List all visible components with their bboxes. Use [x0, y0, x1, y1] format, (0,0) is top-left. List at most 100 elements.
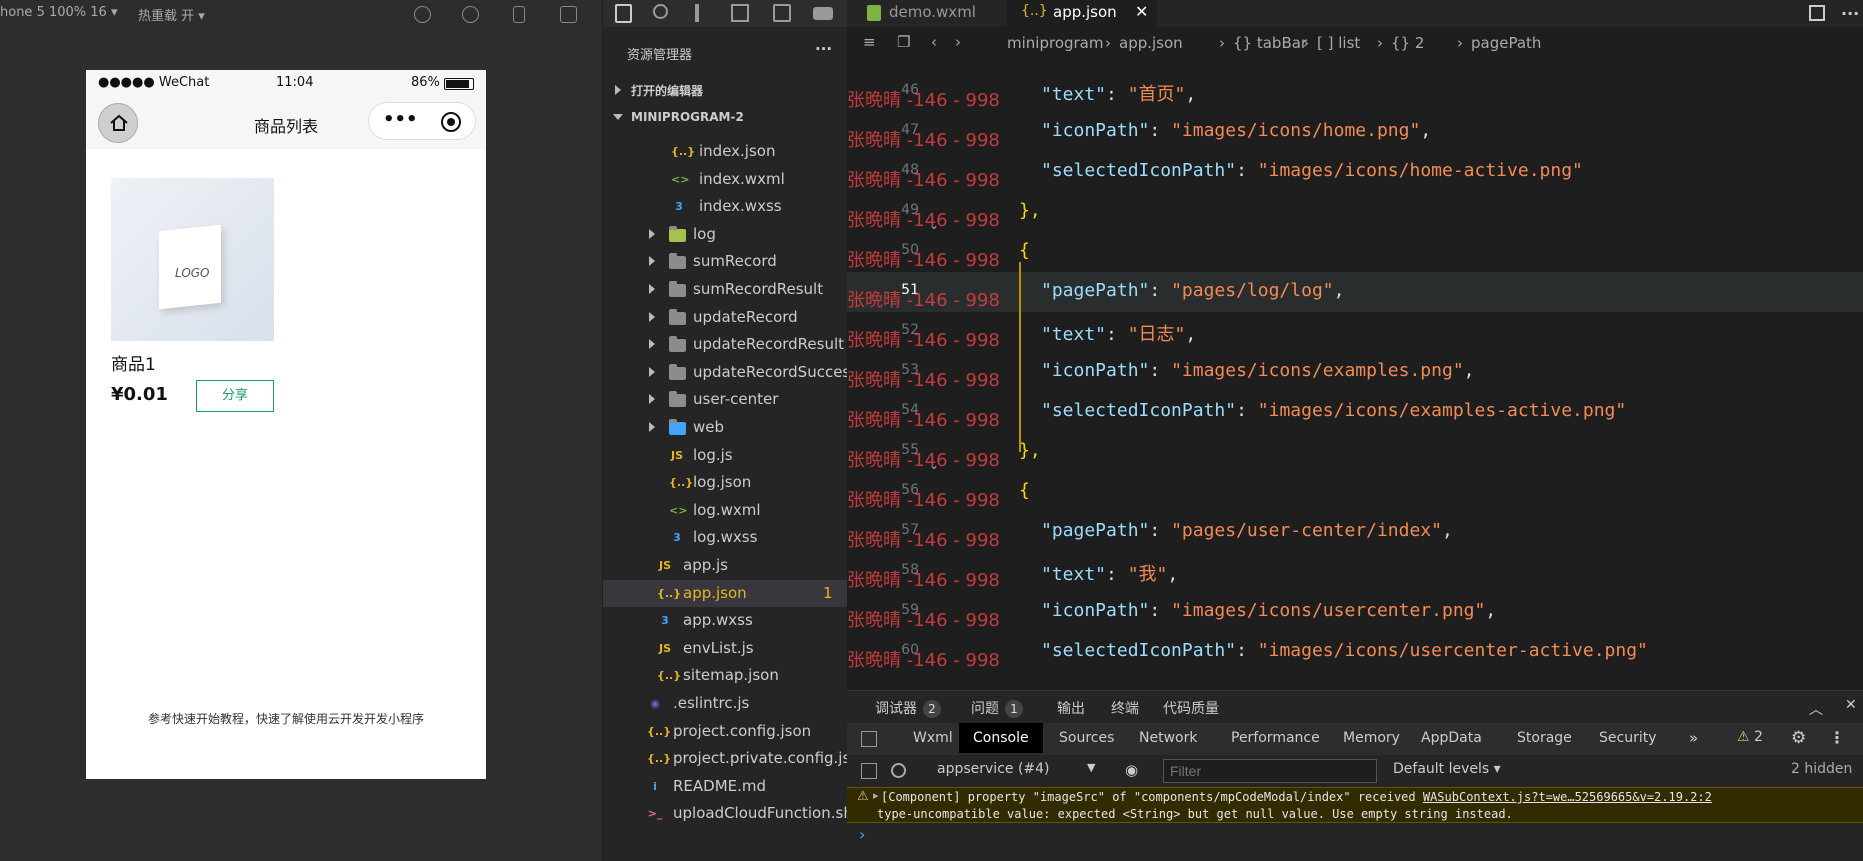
chevron-right-icon[interactable] [649, 256, 655, 267]
tree-item[interactable]: {..} project.config.json [603, 718, 848, 745]
git-icon[interactable] [773, 4, 791, 22]
devtools-tab[interactable]: 代码质量 [1163, 698, 1219, 718]
phone-icon[interactable] [513, 6, 525, 23]
close-capsule-icon[interactable] [441, 112, 461, 132]
code-line[interactable]: 56{张晩晴 -146 - 998 [847, 472, 1863, 512]
tree-item[interactable]: >_ uploadCloudFunction.sh [603, 800, 853, 827]
chevron-right-icon[interactable] [649, 339, 655, 350]
collapse-icon[interactable]: ︿ [1809, 699, 1823, 719]
docker-icon[interactable] [813, 7, 833, 20]
tab-storage[interactable]: Storage [1517, 730, 1572, 746]
source-control-icon[interactable] [695, 4, 699, 22]
hot-reload-toggle[interactable]: 热重载 开 ▾ [138, 5, 205, 24]
tab-network[interactable]: Network [1139, 730, 1197, 746]
tree-item[interactable]: sumRecordResult [603, 276, 848, 303]
code-line[interactable]: 54 "selectedIconPath": "images/icons/exam… [847, 392, 1863, 432]
tree-item[interactable]: {..} app.json 1 [603, 579, 848, 607]
tree-item[interactable]: 3 app.wxss [603, 607, 848, 634]
inspect-icon[interactable] [861, 731, 877, 747]
window-icon[interactable] [560, 6, 577, 23]
tab-security[interactable]: Security [1599, 730, 1657, 746]
tree-item[interactable]: {..} log.json [603, 469, 848, 496]
warning-icon[interactable]: ⚠ 2 [1737, 729, 1763, 745]
extensions-icon[interactable] [731, 4, 749, 22]
tree-item[interactable]: JS log.js [603, 442, 848, 469]
code-line[interactable]: 59 "iconPath": "images/icons/usercenter.p… [847, 592, 1863, 632]
tree-item[interactable]: 3 log.wxss [603, 524, 848, 551]
context-selector[interactable]: appservice (#4) [937, 761, 1050, 777]
sidebar-toggle-icon[interactable] [861, 763, 877, 779]
tab-wxml[interactable]: Wxml [913, 730, 953, 746]
breadcrumb-item[interactable]: pagePath [1471, 34, 1541, 52]
chevron-right-icon[interactable] [649, 284, 655, 294]
tree-item[interactable]: sumRecord [603, 248, 848, 275]
tree-item[interactable]: user-center [603, 386, 848, 413]
explorer-more-button[interactable]: ··· [815, 40, 832, 58]
close-tab-icon[interactable]: ✕ [1135, 2, 1148, 21]
stop-icon[interactable] [462, 6, 479, 23]
devtools-tab[interactable]: 问题 1 [971, 698, 1023, 718]
tab-memory[interactable]: Memory [1343, 730, 1400, 746]
split-editor-icon[interactable] [1809, 5, 1825, 21]
expand-arrow-icon[interactable]: ▸ [873, 789, 879, 802]
chevron-right-icon[interactable] [649, 422, 655, 432]
back-icon[interactable]: ‹ [931, 33, 937, 51]
code-line[interactable]: 60 "selectedIconPath": "images/icons/user… [847, 632, 1863, 672]
fold-chevron-icon[interactable]: ⌄ [929, 218, 939, 232]
breadcrumb-item[interactable]: [ ] list [1317, 34, 1360, 52]
tree-item[interactable]: updateRecordResult [603, 331, 848, 358]
devtools-tab[interactable]: 终端 [1111, 698, 1139, 718]
files-icon[interactable] [615, 4, 632, 23]
code-line[interactable]: 50{张晩晴 -146 - 998 [847, 232, 1863, 272]
tab-performance[interactable]: Performance [1231, 730, 1320, 746]
tree-item[interactable]: JS envList.js [603, 635, 848, 662]
tree-item[interactable]: {..} sitemap.json [603, 662, 848, 689]
tab-app-json[interactable]: {..} app.json ✕ [1007, 0, 1157, 27]
more-menu-button[interactable]: ••• [383, 109, 418, 130]
close-panel-icon[interactable]: ✕ [1845, 697, 1857, 713]
console-warning[interactable]: ⚠ ▸ [Component] property "imageSrc" of "… [847, 787, 1863, 823]
code-line[interactable]: 55}, 张晩晴 -146 - 998 [847, 432, 1863, 472]
code-line[interactable]: 57 "pagePath": "pages/user-center/index",… [847, 512, 1863, 552]
filter-input[interactable] [1163, 759, 1377, 783]
tree-item[interactable]: {..} project.private.config.js... [603, 745, 865, 772]
source-link[interactable]: WASubContext.js?t=we…52569665&v=2.19.2:2 [1423, 790, 1712, 804]
code-line[interactable]: 52 "text": "日志", 张晩晴 -146 - 998 [847, 312, 1863, 352]
tree-item[interactable]: JS app.js [603, 552, 848, 579]
console-prompt[interactable]: › [859, 825, 865, 844]
tutorial-link[interactable]: 参考快速开始教程，快速了解使用云开发开发小程序 [86, 710, 486, 727]
code-line[interactable]: 53 "iconPath": "images/icons/examples.png… [847, 352, 1863, 392]
more-actions-icon[interactable]: ··· [1841, 4, 1859, 23]
breadcrumb-item[interactable]: {} 2 [1391, 34, 1424, 52]
tree-item[interactable]: <> index.wxml [603, 166, 848, 193]
eye-icon[interactable]: ◉ [1125, 761, 1138, 779]
tab-console[interactable]: Console [959, 723, 1043, 753]
chevron-right-icon[interactable] [649, 366, 655, 377]
bookmark-icon[interactable]: ❐ [897, 33, 910, 51]
chevron-right-icon[interactable] [649, 394, 655, 405]
code-line[interactable]: 58 "text": "我", 张晩晴 -146 - 998 [847, 552, 1863, 592]
chevron-right-icon[interactable] [649, 311, 655, 322]
tab-sources[interactable]: Sources [1059, 730, 1114, 746]
code-line[interactable]: 48 "selectedIconPath": "images/icons/home… [847, 152, 1863, 192]
clear-console-icon[interactable] [891, 763, 906, 778]
settings-icon[interactable]: ⚙ [1791, 728, 1806, 748]
forward-icon[interactable]: › [955, 33, 961, 51]
code-line[interactable]: 49}, 张晩晴 -146 - 998 [847, 192, 1863, 232]
breadcrumb-item[interactable]: {} tabBar [1233, 34, 1307, 52]
tree-item[interactable]: i README.md [603, 773, 848, 800]
tree-item[interactable]: web [603, 414, 848, 441]
kebab-icon[interactable]: ⋮ [1829, 728, 1845, 747]
fold-chevron-icon[interactable]: ⌄ [929, 458, 939, 472]
breadcrumb-item[interactable]: app.json [1119, 34, 1183, 52]
chevron-right-icon[interactable] [649, 228, 655, 239]
share-button[interactable]: 分享 [196, 380, 274, 412]
search-icon[interactable] [653, 4, 668, 19]
breadcrumb-item[interactable]: miniprogram [1007, 34, 1103, 52]
tree-item[interactable]: log [603, 221, 848, 248]
devtools-tab[interactable]: 调试器 2 [875, 698, 941, 718]
tree-item[interactable]: ◉ .eslintrc.js [603, 690, 848, 717]
devtools-tab[interactable]: 输出 [1057, 698, 1085, 718]
tree-item[interactable]: updateRecordSuccess [603, 359, 858, 386]
tab-demo-wxml[interactable]: demo.wxml [847, 0, 1007, 27]
